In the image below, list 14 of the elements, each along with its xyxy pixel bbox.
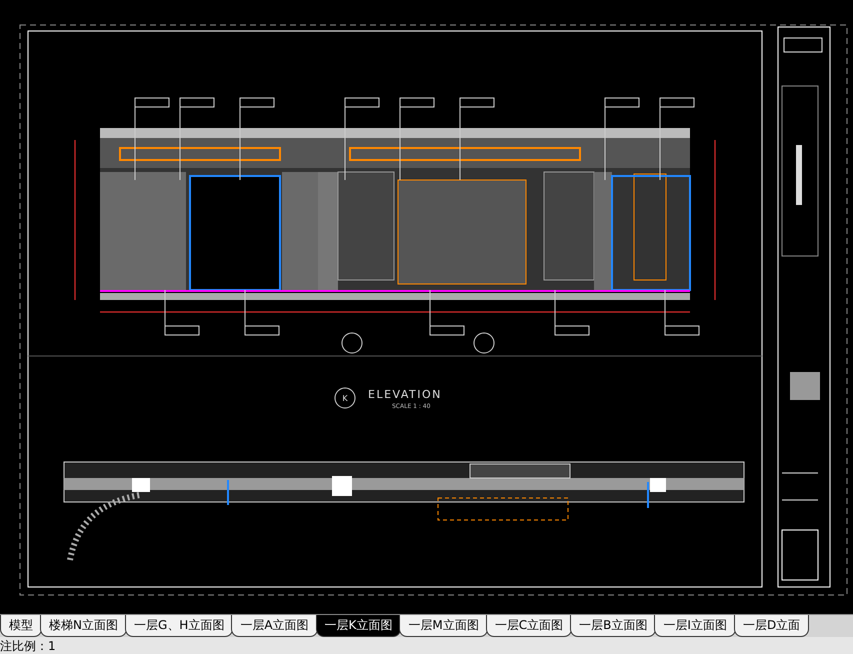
annotation-scale: 注比例：1 [0, 638, 56, 654]
layout-tab[interactable]: 一层G、H立面图 [124, 615, 234, 637]
layout-tab[interactable]: 一层M立面图 [399, 615, 488, 637]
elevation-marker: K [342, 394, 348, 403]
layout-tab[interactable]: 一层B立面图 [570, 615, 656, 637]
layout-tab[interactable]: 一层I立面图 [654, 615, 736, 637]
layout-tab[interactable]: 一层C立面图 [486, 615, 572, 637]
layout-tab[interactable]: 一层D立面 [734, 615, 810, 637]
layout-tab[interactable]: 一层A立面图 [231, 615, 318, 637]
elevation-title: ELEVATION [368, 388, 442, 401]
layout-tab[interactable]: 楼梯N立面图 [40, 615, 127, 637]
layout-tab[interactable]: 一层K立面图 [316, 615, 402, 637]
layout-tab[interactable]: 模型 [0, 615, 42, 637]
section-marker-icon [334, 388, 356, 408]
